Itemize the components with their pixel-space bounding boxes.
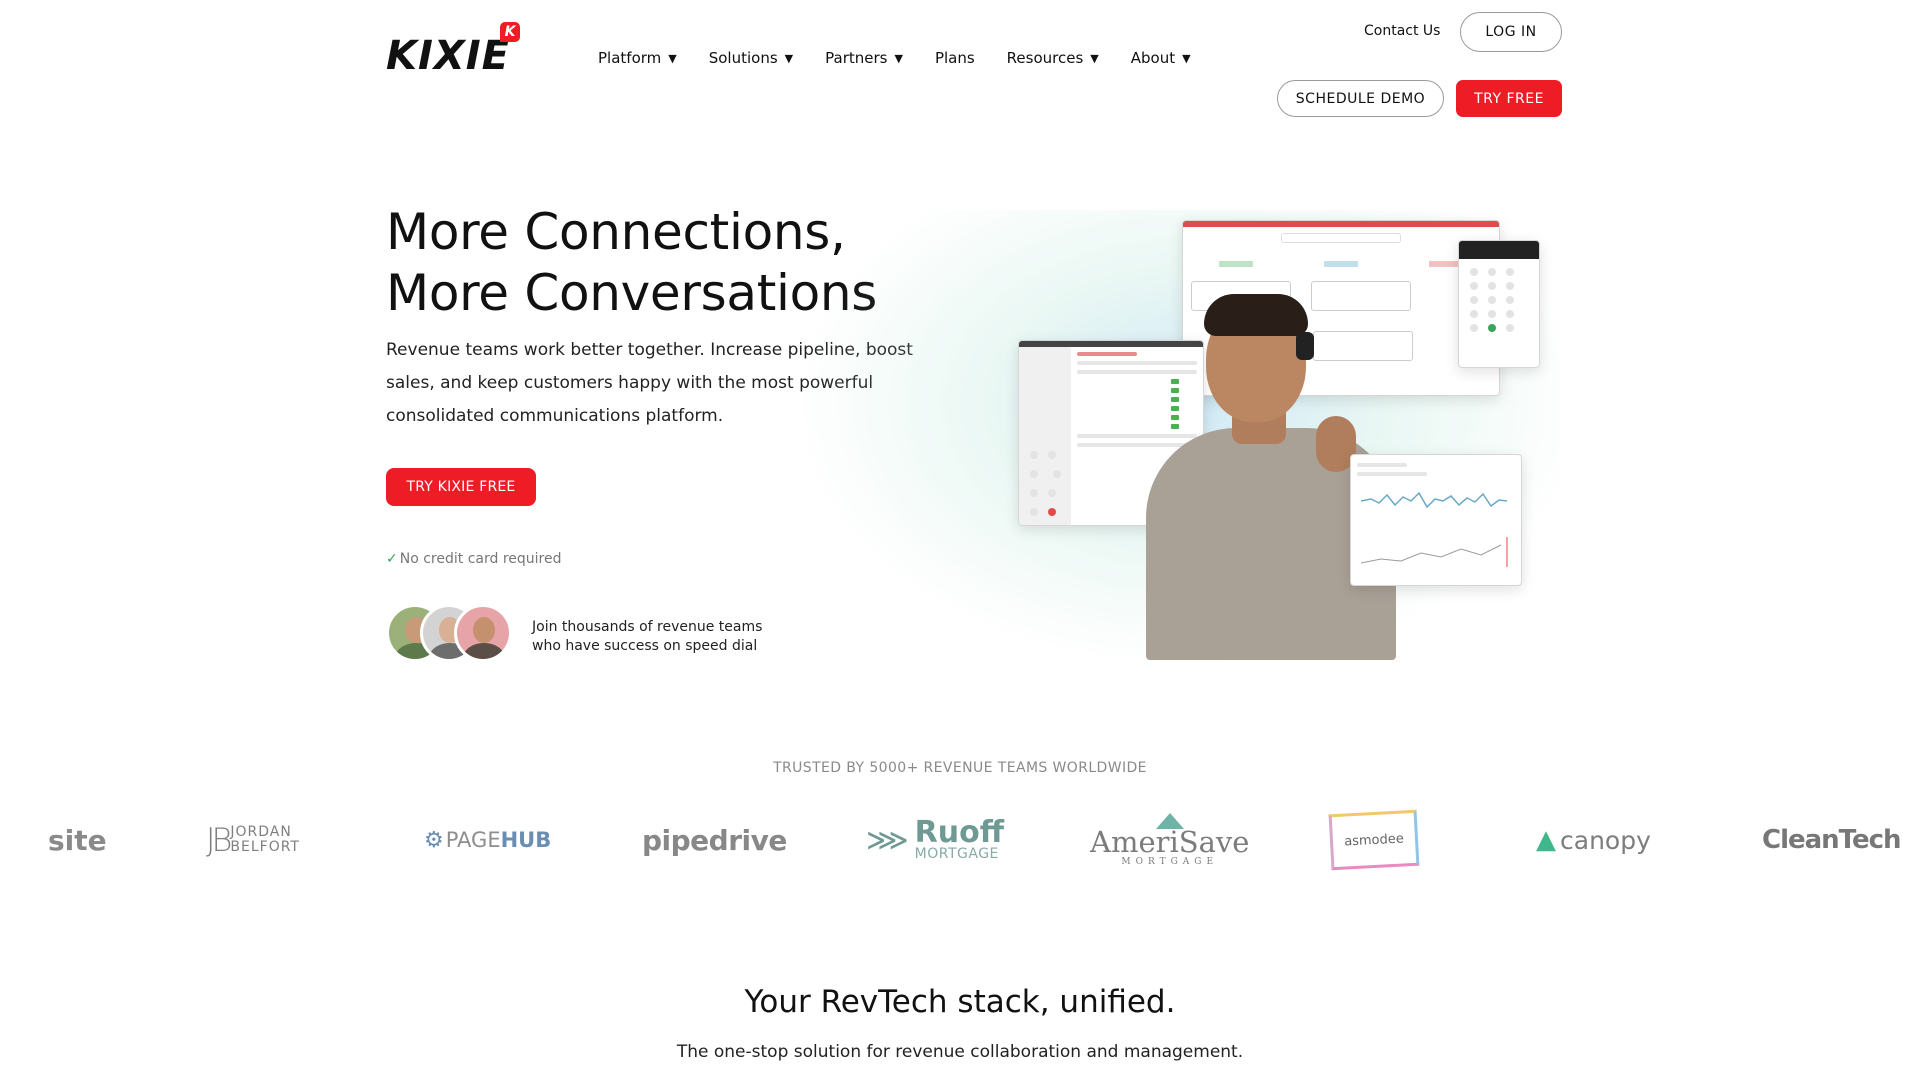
join-line-2: who have success on speed dial bbox=[532, 638, 758, 654]
logo-jordan-line-2: BELFORT bbox=[230, 839, 300, 855]
nav-plans[interactable]: Plans bbox=[935, 49, 975, 67]
nav-about[interactable]: About ▼ bbox=[1131, 49, 1191, 67]
nav-label: Solutions bbox=[708, 49, 778, 67]
try-kixie-free-button[interactable]: TRY KIXIE FREE bbox=[386, 468, 536, 506]
customer-avatars bbox=[386, 604, 518, 664]
kixie-logo[interactable]: KIXIE K bbox=[386, 22, 526, 76]
join-line-1: Join thousands of revenue teams bbox=[532, 619, 763, 635]
caret-down-icon: ▼ bbox=[784, 51, 794, 65]
gear-icon: ⚙ bbox=[424, 827, 444, 853]
logo-wordmark: KIXIE bbox=[386, 33, 510, 79]
logo-pagehub-hub: HUB bbox=[500, 828, 552, 852]
nav-platform[interactable]: Platform ▼ bbox=[598, 49, 677, 67]
nav-label: Resources bbox=[1006, 49, 1084, 67]
logo-amerisave-sub: MORTGAGE bbox=[1121, 857, 1219, 867]
join-teams-text: Join thousands of revenue teams who have… bbox=[532, 618, 762, 656]
unified-section-subtitle: The one-stop solution for revenue collab… bbox=[676, 1042, 1244, 1062]
no-credit-card-text: No credit card required bbox=[399, 551, 562, 567]
login-button[interactable]: LOG IN bbox=[1460, 12, 1562, 52]
logo-cleantech: CleanTech bbox=[1762, 825, 1902, 855]
checkmark-icon: ✓ bbox=[386, 551, 398, 567]
ruoff-mark-icon: ⋙ bbox=[866, 822, 909, 858]
logo-canopy: ▲ canopy bbox=[1536, 800, 1651, 880]
nav-label: Plans bbox=[934, 49, 975, 67]
no-credit-card-note: ✓ No credit card required bbox=[386, 551, 561, 567]
logo-ruoff-mortgage: ⋙ Ruoff MORTGAGE bbox=[866, 800, 1004, 880]
logo-badge-icon: K bbox=[500, 22, 520, 42]
main-nav: Platform ▼ Solutions ▼ Partners ▼ Plans … bbox=[598, 49, 1223, 67]
hero-illustration bbox=[790, 210, 1560, 670]
customer-logo-strip: site JB JORDAN BELFORT ⚙ PAGE HUB pipedr… bbox=[0, 800, 1920, 880]
jb-mark: JB bbox=[206, 820, 232, 859]
caret-down-icon: ▼ bbox=[668, 51, 677, 65]
logo-jordan-belfort: JB JORDAN BELFORT bbox=[206, 800, 300, 880]
nav-label: About bbox=[1130, 49, 1176, 67]
nav-label: Platform bbox=[598, 49, 662, 67]
unified-section-title: Your RevTech stack, unified. bbox=[744, 984, 1176, 1020]
logo-pipedrive: pipedrive bbox=[642, 823, 787, 857]
logo-pagehub: ⚙ PAGE HUB bbox=[424, 800, 551, 880]
waveform-graphic bbox=[1360, 491, 1508, 509]
trusted-heading: TRUSTED BY 5000+ REVENUE TEAMS WORLDWIDE bbox=[773, 760, 1147, 776]
contact-us-link[interactable]: Contact Us bbox=[1364, 23, 1440, 39]
logo-jordan-line-1: JORDAN bbox=[230, 824, 292, 840]
caret-down-icon: ▼ bbox=[1182, 51, 1191, 65]
logo-canopy-text: canopy bbox=[1560, 825, 1651, 855]
logo-amerisave-title: AmeriSave bbox=[1090, 825, 1250, 859]
sentiment-graphic bbox=[1360, 537, 1508, 567]
logo-ruoff-sub: MORTGAGE bbox=[914, 846, 999, 862]
phone-dialpad-screenshot bbox=[1458, 240, 1540, 368]
canopy-triangle-icon: ▲ bbox=[1536, 825, 1556, 855]
nav-solutions[interactable]: Solutions ▼ bbox=[709, 49, 793, 67]
logo-pagehub-page: PAGE bbox=[445, 828, 501, 852]
nav-label: Partners bbox=[825, 49, 888, 67]
caret-down-icon: ▼ bbox=[894, 51, 903, 65]
nav-resources[interactable]: Resources ▼ bbox=[1007, 49, 1099, 67]
caret-down-icon: ▼ bbox=[1090, 51, 1099, 65]
nav-partners[interactable]: Partners ▼ bbox=[825, 49, 903, 67]
logo-site: site bbox=[48, 823, 107, 857]
logo-amerisave: AmeriSave MORTGAGE bbox=[1090, 800, 1249, 880]
avatar bbox=[454, 604, 512, 662]
schedule-demo-button[interactable]: SCHEDULE DEMO bbox=[1277, 80, 1444, 117]
logo-asmodee-text: asmodee bbox=[1328, 809, 1420, 871]
logo-asmodee: asmodee bbox=[1328, 800, 1420, 880]
try-free-button[interactable]: TRY FREE bbox=[1456, 80, 1562, 117]
call-analytics-screenshot bbox=[1350, 454, 1522, 586]
logo-ruoff-title: Ruoff bbox=[914, 815, 1005, 850]
